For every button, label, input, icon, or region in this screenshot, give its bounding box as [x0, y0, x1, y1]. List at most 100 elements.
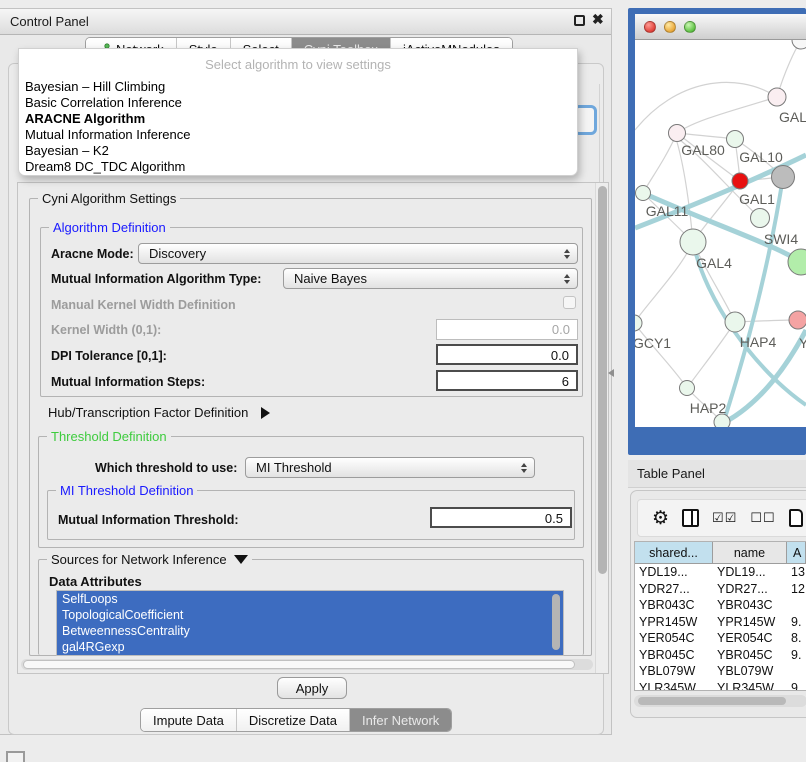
select-all-checkboxes-icon[interactable]: ☑☑: [712, 510, 737, 526]
cell: YER054C: [713, 631, 787, 645]
threshold-definition-group: Threshold Definition Which threshold to …: [38, 436, 584, 548]
list-item[interactable]: gal4RGexp: [57, 639, 563, 655]
table-row[interactable]: YBR043C YBR043C: [635, 597, 806, 614]
cell: YLR345W: [635, 681, 713, 691]
mi-type-select[interactable]: Naive Bayes: [283, 268, 578, 289]
table-row[interactable]: YDL19... YDL19... 13: [635, 564, 806, 581]
dropdown-option[interactable]: Dream8 DC_TDC Algorithm: [23, 159, 563, 175]
float-window-icon[interactable]: [574, 15, 585, 26]
apply-button[interactable]: Apply: [277, 677, 347, 699]
node-hap4[interactable]: [725, 312, 745, 332]
hub-factor-expander[interactable]: Hub/Transcription Factor Definition: [48, 404, 270, 422]
table-row[interactable]: YBL079W YBL079W: [635, 663, 806, 680]
node-swi4[interactable]: [751, 209, 770, 228]
data-attributes-list: SelfLoops TopologicalCoefficient Between…: [56, 590, 564, 656]
screen: Control Panel ✖ Network Style Se: [0, 0, 806, 762]
cell: 13: [787, 565, 806, 579]
dpi-tolerance-field[interactable]: 0.0: [436, 344, 578, 365]
document-icon[interactable]: [789, 509, 803, 527]
dropdown-option[interactable]: Basic Correlation Inference: [23, 95, 563, 111]
table-horizontal-scrollbar[interactable]: [634, 695, 806, 707]
node-gal10[interactable]: [727, 131, 744, 148]
node-label: SWI4: [764, 231, 798, 247]
cell: YPR145W: [713, 615, 787, 629]
cell: 9.: [787, 681, 806, 691]
mi-threshold-field[interactable]: 0.5: [430, 507, 572, 528]
algorithm-dropdown-placeholder[interactable]: Select algorithm to view settings: [19, 57, 577, 72]
kernel-width-label: Kernel Width (0,1):: [51, 323, 161, 337]
node-gcy1[interactable]: [635, 315, 642, 331]
dropdown-option[interactable]: Bayesian – Hill Climbing: [23, 79, 563, 95]
cell: 12: [787, 582, 806, 596]
control-panel-title: Control Panel: [10, 14, 89, 29]
dropdown-option[interactable]: Mutual Information Inference: [23, 127, 563, 143]
control-panel-titlebar: Control Panel ✖: [0, 9, 611, 35]
node-hap2[interactable]: [680, 381, 695, 396]
manual-kernel-width-checkbox[interactable]: [563, 296, 576, 309]
list-scrollbar-thumb[interactable]: [552, 594, 560, 650]
column-header-name[interactable]: name: [713, 542, 787, 563]
node-gal1-selected[interactable]: [732, 173, 748, 189]
node-gal80[interactable]: [669, 125, 686, 142]
table-horizontal-scrollbar-thumb[interactable]: [638, 697, 786, 705]
cell: YPR145W: [635, 615, 713, 629]
cyni-algorithm-settings-group: Cyni Algorithm Settings Algorithm Defini…: [29, 198, 592, 656]
settings-horizontal-scrollbar[interactable]: [21, 659, 593, 670]
close-traffic-light[interactable]: [644, 21, 656, 33]
close-icon[interactable]: ✖: [592, 11, 604, 28]
mi-type-value: Naive Bayes: [294, 271, 367, 286]
cell: YBR045C: [713, 648, 787, 662]
mi-steps-label: Mutual Information Steps:: [51, 375, 205, 389]
cell: YBR043C: [713, 598, 787, 612]
cell: YDL19...: [635, 565, 713, 579]
gear-icon[interactable]: ⚙: [652, 509, 669, 528]
network-edges-teal: [635, 155, 806, 427]
node[interactable]: [788, 249, 806, 275]
column-header-shared-name[interactable]: shared...: [635, 542, 713, 563]
aracne-mode-select[interactable]: Discovery: [138, 243, 578, 264]
tab-infer-network[interactable]: Infer Network: [349, 709, 451, 731]
settings-horizontal-scrollbar-thumb[interactable]: [23, 660, 575, 669]
which-threshold-select[interactable]: MI Threshold: [245, 457, 535, 478]
list-item[interactable]: BetweennessCentrality: [57, 623, 563, 639]
table-row[interactable]: YPR145W YPR145W 9.: [635, 614, 806, 631]
dropdown-option[interactable]: Bayesian – K2: [23, 143, 563, 159]
minimize-traffic-light[interactable]: [664, 21, 676, 33]
node-gal11[interactable]: [636, 186, 651, 201]
network-graph: GAL GAL80 GAL10 GAL1 GAL11 SWI4 GAL4 GCY…: [635, 40, 806, 427]
cell: YLR345W: [713, 681, 787, 691]
dropdown-option-highlighted[interactable]: ARACNE Algorithm: [23, 111, 563, 127]
algorithm-dropdown-popup: Select algorithm to view settings Bayesi…: [18, 48, 578, 176]
tab-impute-data[interactable]: Impute Data: [141, 709, 236, 731]
aracne-mode-label: Aracne Mode:: [51, 247, 134, 261]
tab-discretize-data[interactable]: Discretize Data: [236, 709, 349, 731]
table-row[interactable]: YLR345W YLR345W 9.: [635, 680, 806, 692]
mi-steps-field[interactable]: 6: [436, 370, 578, 391]
settings-vertical-scrollbar-thumb[interactable]: [598, 186, 607, 574]
cell: 8.: [787, 631, 806, 645]
list-item[interactable]: TopologicalCoefficient: [57, 607, 563, 623]
column-header-third[interactable]: A: [787, 542, 806, 563]
tab-impute-data-label: Impute Data: [153, 713, 224, 728]
network-canvas: GAL GAL80 GAL10 GAL1 GAL11 SWI4 GAL4 GCY…: [635, 40, 806, 427]
column-layout-icon[interactable]: [682, 509, 699, 527]
node[interactable]: [772, 166, 795, 189]
node[interactable]: [792, 40, 806, 49]
settings-vertical-scrollbar[interactable]: [595, 183, 608, 673]
node-gal4[interactable]: [680, 229, 706, 255]
deselect-all-checkboxes-icon[interactable]: ☐☐: [750, 510, 775, 526]
list-item[interactable]: SelfLoops: [57, 591, 563, 607]
sources-expander[interactable]: Sources for Network Inference: [47, 552, 252, 567]
tab-infer-network-label: Infer Network: [362, 713, 439, 728]
toolbar-button-fragment[interactable]: [6, 751, 25, 762]
node[interactable]: [789, 311, 806, 329]
panel-splitter-handle[interactable]: [608, 369, 614, 377]
zoom-traffic-light[interactable]: [684, 21, 696, 33]
table-row[interactable]: YDR27... YDR27... 12: [635, 581, 806, 598]
cyni-bottom-tabstrip: Impute Data Discretize Data Infer Networ…: [140, 708, 452, 732]
node[interactable]: [768, 88, 786, 106]
table-row[interactable]: YBR045C YBR045C 9.: [635, 647, 806, 664]
table-row[interactable]: YER054C YER054C 8.: [635, 630, 806, 647]
cyni-algorithm-settings-title: Cyni Algorithm Settings: [38, 191, 180, 206]
kernel-width-field[interactable]: 0.0: [436, 319, 578, 340]
